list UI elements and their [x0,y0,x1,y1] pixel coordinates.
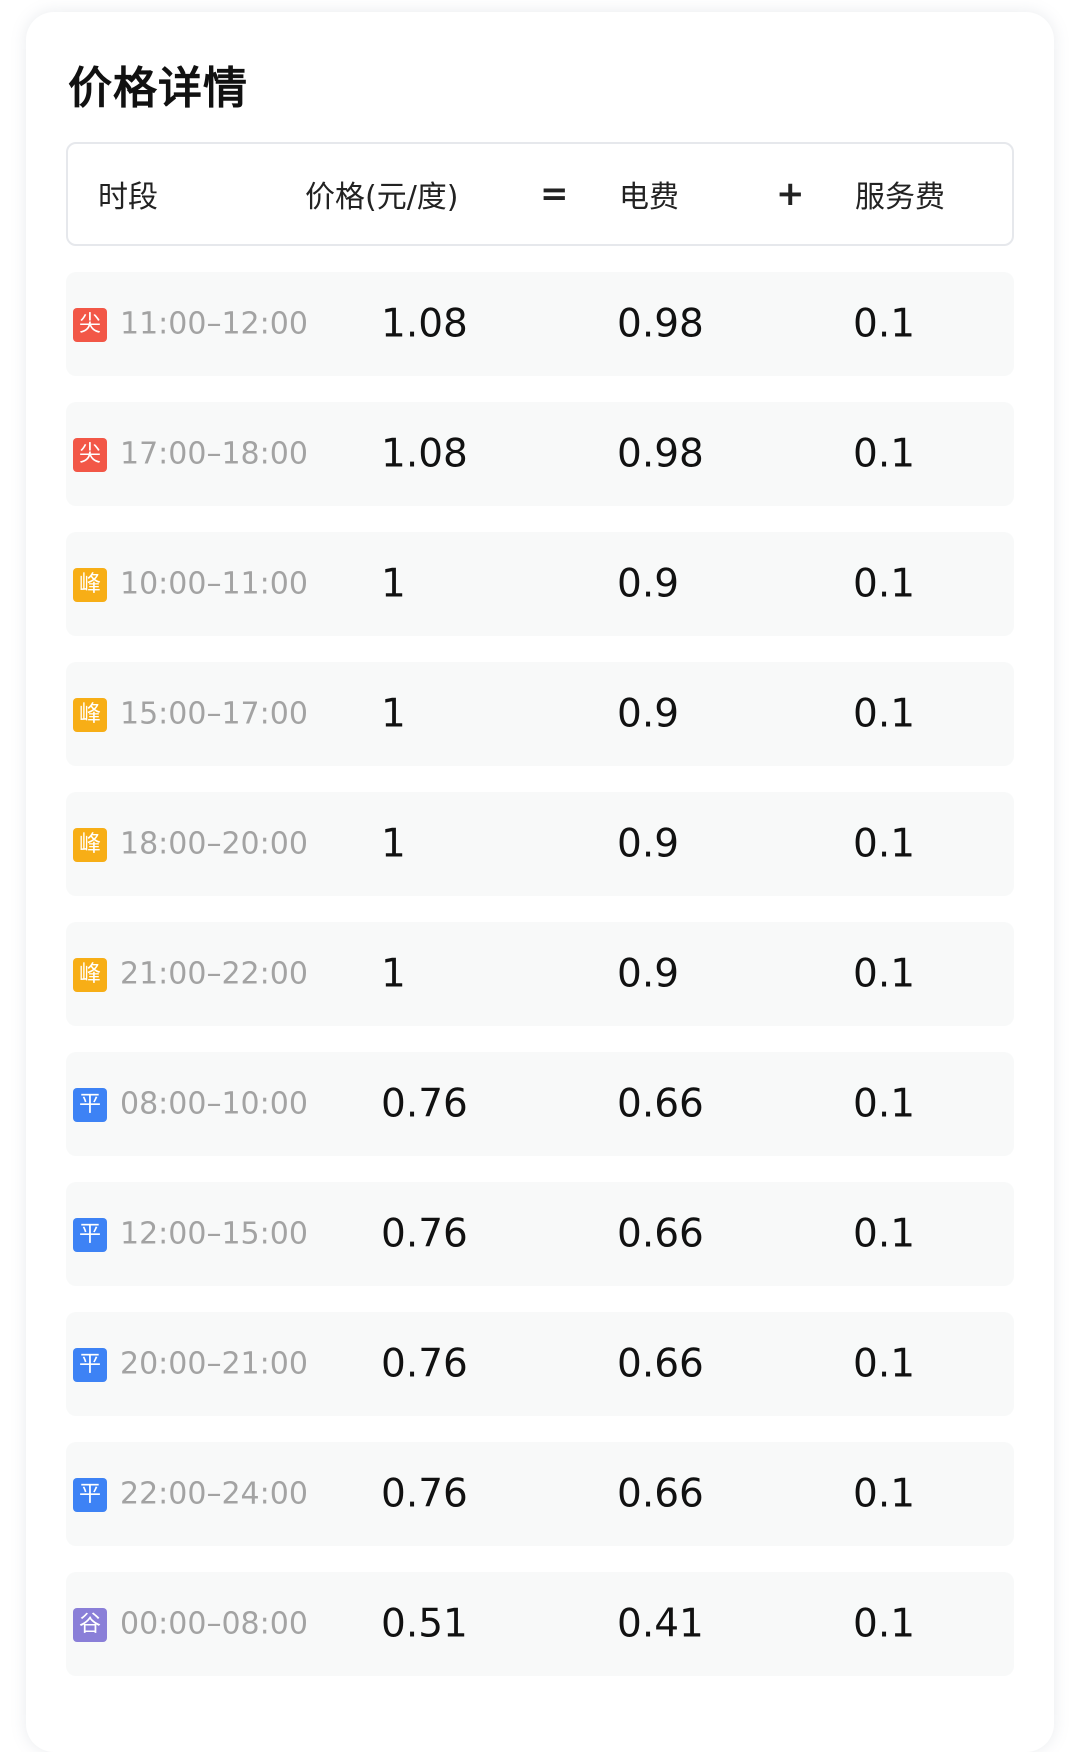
price-value: 0.76 [381,1341,468,1387]
price-value: 1.08 [381,301,468,347]
service-fee-value: 0.1 [853,431,916,477]
header-period: 时段 [98,180,158,215]
service-fee-value: 0.1 [853,301,916,347]
price-value: 1 [381,691,406,737]
tier-badge: 尖 [73,438,107,472]
time-range: 11:00–12:00 [120,306,308,342]
time-range: 00:00–08:00 [120,1606,308,1642]
service-fee-value: 0.1 [853,561,916,607]
tier-badge: 峰 [73,958,107,992]
electricity-fee-value: 0.66 [617,1341,704,1387]
tier-badge: 峰 [73,698,107,732]
header-price: 价格(元/度) [305,180,459,215]
service-fee-value: 0.1 [853,1601,916,1647]
tier-badge: 平 [73,1348,107,1382]
header-electricity-fee: 电费 [619,180,679,215]
service-fee-value: 0.1 [853,821,916,867]
tier-badge: 尖 [73,308,107,342]
tier-badge: 峰 [73,828,107,862]
table-row: 平 22:00–24:00 0.76 0.66 0.1 [66,1442,1014,1546]
tier-badge: 谷 [73,1608,107,1642]
time-range: 17:00–18:00 [120,436,308,472]
service-fee-value: 0.1 [853,951,916,997]
time-range: 08:00–10:00 [120,1086,308,1122]
table-row: 峰 18:00–20:00 1 0.9 0.1 [66,792,1014,896]
table-row: 峰 21:00–22:00 1 0.9 0.1 [66,922,1014,1026]
electricity-fee-value: 0.9 [617,821,680,867]
header-equals-sign: = [540,174,569,214]
price-value: 0.51 [381,1601,468,1647]
price-value: 0.76 [381,1081,468,1127]
electricity-fee-value: 0.41 [617,1601,704,1647]
table-header: 时段 价格(元/度) = 电费 + 服务费 [66,142,1014,246]
time-range: 22:00–24:00 [120,1476,308,1512]
price-value: 1 [381,951,406,997]
price-value: 1 [381,561,406,607]
price-value: 0.76 [381,1471,468,1517]
service-fee-value: 0.1 [853,1211,916,1257]
header-plus-sign: + [776,174,805,214]
time-range: 21:00–22:00 [120,956,308,992]
electricity-fee-value: 0.66 [617,1471,704,1517]
time-range: 20:00–21:00 [120,1346,308,1382]
electricity-fee-value: 0.9 [617,951,680,997]
table-row: 峰 10:00–11:00 1 0.9 0.1 [66,532,1014,636]
time-range: 12:00–15:00 [120,1216,308,1252]
tier-badge: 峰 [73,568,107,602]
electricity-fee-value: 0.9 [617,561,680,607]
electricity-fee-value: 0.9 [617,691,680,737]
price-value: 1.08 [381,431,468,477]
table-row: 尖 17:00–18:00 1.08 0.98 0.1 [66,402,1014,506]
tier-badge: 平 [73,1478,107,1512]
time-range: 18:00–20:00 [120,826,308,862]
electricity-fee-value: 0.66 [617,1211,704,1257]
table-row: 峰 15:00–17:00 1 0.9 0.1 [66,662,1014,766]
tier-badge: 平 [73,1088,107,1122]
table-row: 平 08:00–10:00 0.76 0.66 0.1 [66,1052,1014,1156]
time-range: 10:00–11:00 [120,566,308,602]
price-value: 0.76 [381,1211,468,1257]
service-fee-value: 0.1 [853,691,916,737]
electricity-fee-value: 0.66 [617,1081,704,1127]
service-fee-value: 0.1 [853,1471,916,1517]
table-row: 平 12:00–15:00 0.76 0.66 0.1 [66,1182,1014,1286]
table-row: 平 20:00–21:00 0.76 0.66 0.1 [66,1312,1014,1416]
service-fee-value: 0.1 [853,1081,916,1127]
table-row: 尖 11:00–12:00 1.08 0.98 0.1 [66,272,1014,376]
electricity-fee-value: 0.98 [617,301,704,347]
electricity-fee-value: 0.98 [617,431,704,477]
table-row: 谷 00:00–08:00 0.51 0.41 0.1 [66,1572,1014,1676]
tier-badge: 平 [73,1218,107,1252]
page-title: 价格详情 [68,63,248,114]
service-fee-value: 0.1 [853,1341,916,1387]
time-range: 15:00–17:00 [120,696,308,732]
price-value: 1 [381,821,406,867]
header-service-fee: 服务费 [855,180,945,215]
